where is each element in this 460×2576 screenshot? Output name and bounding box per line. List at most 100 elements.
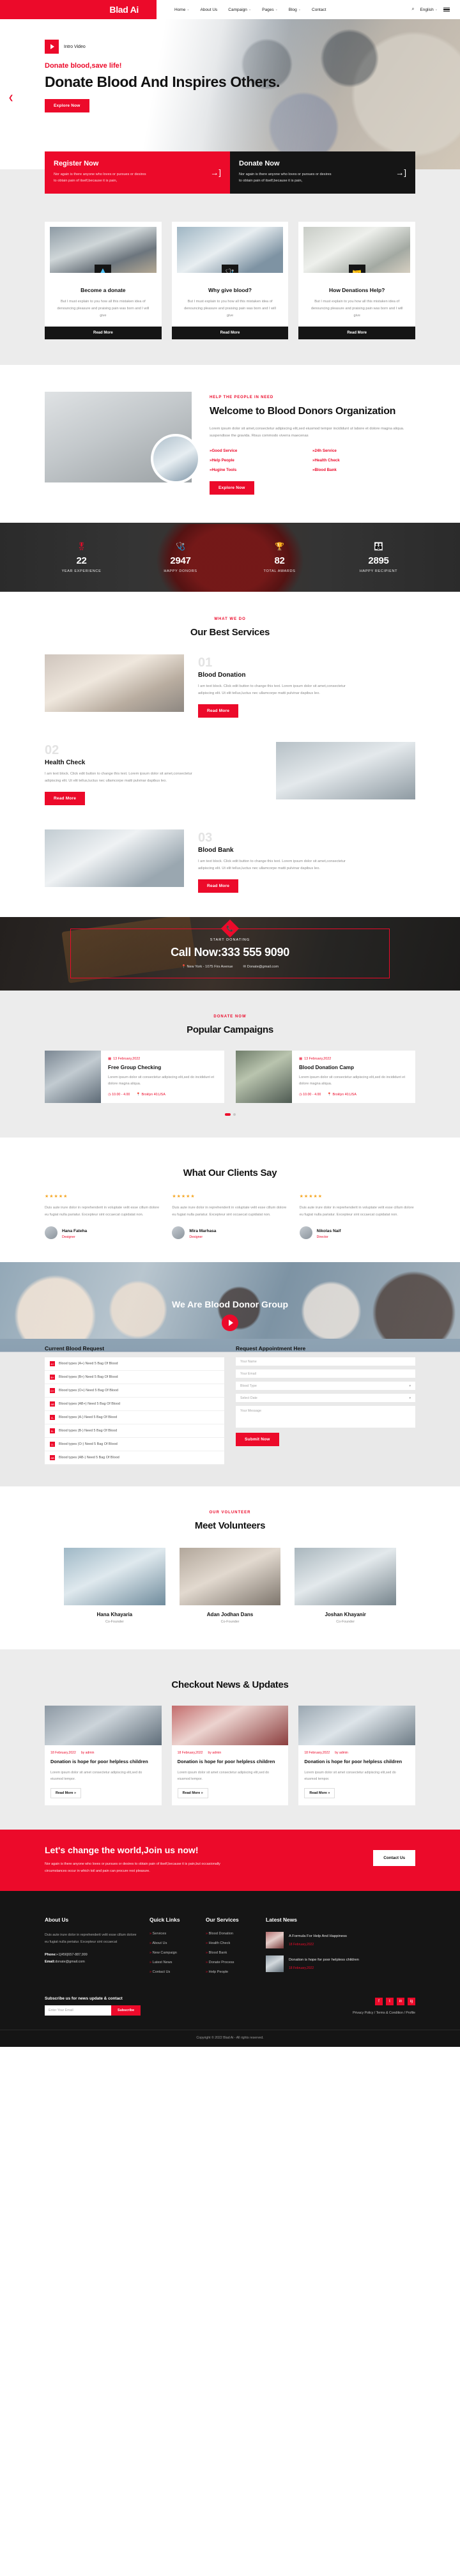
donate-now-card[interactable]: Donate Now Nor again is there anyone who… [230,151,415,194]
register-now-card[interactable]: Register Now Nor again is there anyone w… [45,151,230,194]
avatar [299,1226,312,1240]
social-links: f t in ig [353,1997,415,2005]
call-number[interactable]: Call Now:333 555 9090 [171,946,289,959]
subscribe-email-input[interactable]: Enter Your Email [45,2005,111,2016]
footer-phone[interactable]: Phone:+1[456]657-887,999 [45,1952,141,1959]
blood-request-row[interactable]: A+ Blood types (A+) Need 5 Bag Of Blood [45,1357,224,1371]
contact-us-button[interactable]: Contact Us [373,1849,415,1866]
footer-link[interactable]: Contact Us [150,1970,197,1974]
news-card[interactable]: 18 February,2022 by admin Donation is hop… [171,1706,289,1805]
footer-news-date: 18 February,2022 [289,1966,314,1970]
name-field[interactable]: Your Name [236,1357,415,1366]
arrow-right-icon[interactable]: →] [395,167,406,177]
blood-type-select[interactable]: Blood Type [236,1382,415,1391]
nav-item-contact[interactable]: Contact [312,8,326,12]
hero-explore-button[interactable]: Explore Now [45,99,89,113]
feature-read-more-button[interactable]: Read More [298,327,416,340]
news-read-more-button[interactable]: Read More » [177,1787,208,1798]
welcome-explore-button[interactable]: Explore Now [210,481,254,495]
blood-request-row[interactable]: B+ Blood types (B+) Need 5 Bag Of Blood [45,1371,224,1385]
nav-item-pages[interactable]: Pages ⌄ [262,8,278,12]
linkedin-icon[interactable]: in [397,1997,404,2005]
intro-video-button[interactable]: Intro Video [45,40,415,54]
campaign-card[interactable]: ▦ 13 February,2022 Free Group Checking Lo… [45,1050,224,1103]
carousel-dot[interactable] [233,1113,236,1116]
twitter-icon[interactable]: t [386,1997,394,2005]
blood-request-row[interactable]: A- Blood types (A-) Need 5 Bag Of Blood [45,1411,224,1425]
calendar-icon: ▦ [299,1056,303,1061]
footer-news-item[interactable]: Donation is hope for poor helpless child… [266,1955,415,1973]
date-select[interactable]: Select Date [236,1394,415,1403]
nav-item-about[interactable]: About Us [201,8,218,12]
volunteer-card[interactable]: Hana Khayaria Co-Founder [64,1548,165,1624]
volunteer-card[interactable]: Joshan Khayanir Co-Founder [295,1548,397,1624]
site-logo: Blad Ai [109,4,139,15]
footer-email[interactable]: Email:donate@gmail.com [45,1959,141,1966]
subscribe-button[interactable]: Subscribe [111,2005,141,2016]
nav-item-blog[interactable]: Blog ⌄ [289,8,301,12]
volunteer-name: Adan Jodhan Dans [206,1612,254,1618]
feature-card[interactable]: 🩺 Why give blood? But I must explain to … [171,221,289,340]
blood-request-row[interactable]: AB Blood types (AB+) Need 5 Bag Of Blood [45,1398,224,1412]
feature-card[interactable]: 🤝 How Denations Help? But I must explain… [298,221,416,340]
stat-label: HAPPY RECIPIENT [359,569,398,573]
campaign-time: ◷ 10.00 - 4.00 [299,1093,321,1097]
footer-latest-news: Latest News A Formula For Help And Happi… [266,1917,415,1980]
submit-button[interactable]: Submit Now [236,1433,279,1447]
service-read-more-button[interactable]: Read More [45,791,86,805]
instagram-icon[interactable]: ig [408,1997,415,2005]
carousel-dots[interactable] [0,1113,460,1116]
search-icon[interactable]: ⌕ [412,7,415,12]
message-textarea[interactable]: Your Message [236,1406,415,1428]
play-icon[interactable] [222,1315,238,1332]
facebook-icon[interactable]: f [375,1997,383,2005]
call-address: 📍 New York - 1075 Firs Avenue [181,965,233,969]
footer-link[interactable]: New Campaign [150,1951,197,1955]
hamburger-menu-icon[interactable] [443,7,450,12]
news-card[interactable]: 18 February,2022 by admin Donation is hop… [298,1706,416,1805]
feature-read-more-button[interactable]: Read More [45,327,162,340]
footer-link[interactable]: About Us [150,1941,197,1945]
logo-box[interactable]: Blad Ai [0,0,157,19]
arrow-right-icon[interactable]: →] [210,167,221,177]
page-root: Blad Ai Home ⌄ About Us Campaign ⌄ Pages ⌄ … [0,0,460,2048]
footer-link[interactable]: Blood Donation [206,1932,257,1936]
carousel-prev-icon[interactable]: ❮ [8,95,13,102]
footer-policy-links[interactable]: Privacy Policy / Terms & Condition / Pro… [353,2011,415,2015]
service-read-more-button[interactable]: Read More [198,879,239,893]
footer-link[interactable]: Services [150,1932,197,1936]
play-icon[interactable] [45,40,59,54]
footer-news-item[interactable]: A Formula For Help And Happiness 18 Febru… [266,1932,415,1949]
campaign-card[interactable]: ▦ 13 February,2022 Blood Donation Camp Lo… [236,1050,415,1103]
nav-item-campaign[interactable]: Campaign ⌄ [228,8,251,12]
email-field[interactable]: Your Email [236,1369,415,1378]
request-text: Blood types (B-) Need 5 Bag Of Blood [59,1429,118,1433]
nav-item-home[interactable]: Home ⌄ [174,8,190,12]
join-text: Nor again is there anyone who loves or p… [45,1862,220,1873]
campaign-text: Lorem ipsum dolor sit consectetur adipis… [108,1075,215,1086]
footer-link[interactable]: Blood Bank [206,1951,257,1955]
feature-read-more-button[interactable]: Read More [171,327,289,340]
news-read-more-button[interactable]: Read More » [304,1787,335,1798]
join-title: Let's change the world,Join us now! [45,1844,199,1855]
news-read-more-button[interactable]: Read More » [50,1787,82,1798]
volunteer-card[interactable]: Adan Jodhan Dans Co-Founder [179,1548,281,1624]
language-selector[interactable]: English ⌄ [420,8,438,12]
footer-link[interactable]: Help People [206,1970,257,1974]
blood-request-row[interactable]: O- Blood types (O-) Need 5 Bag Of Blood [45,1438,224,1452]
footer-link[interactable]: Latest News [150,1961,197,1964]
service-read-more-button[interactable]: Read More [198,704,239,718]
call-email[interactable]: ✉ Donate@gmail.com [243,965,279,969]
blood-request-row[interactable]: B- Blood types (B-) Need 5 Bag Of Blood [45,1424,224,1438]
news-card[interactable]: 18 February,2022 by admin Donation is hop… [45,1706,162,1805]
service-text: I am text block. Click edit button to ch… [198,859,346,871]
trophy-icon: 🏆 [275,541,284,551]
footer-link[interactable]: Health Check [206,1941,257,1945]
footer-link[interactable]: Donate Process [206,1961,257,1964]
stethoscope-icon: 🩺 [176,541,185,551]
blood-request-row[interactable]: O+ Blood types (O+) Need 5 Bag Of Blood [45,1384,224,1398]
blood-request-row[interactable]: AB Blood types (AB-) Need 5 Bag Of Blood [45,1451,224,1465]
feature-card[interactable]: 💧 Become a donate But I must explain to … [45,221,162,340]
campaigns-title: Popular Campaigns [187,1024,273,1035]
carousel-dot-active[interactable] [224,1113,231,1116]
